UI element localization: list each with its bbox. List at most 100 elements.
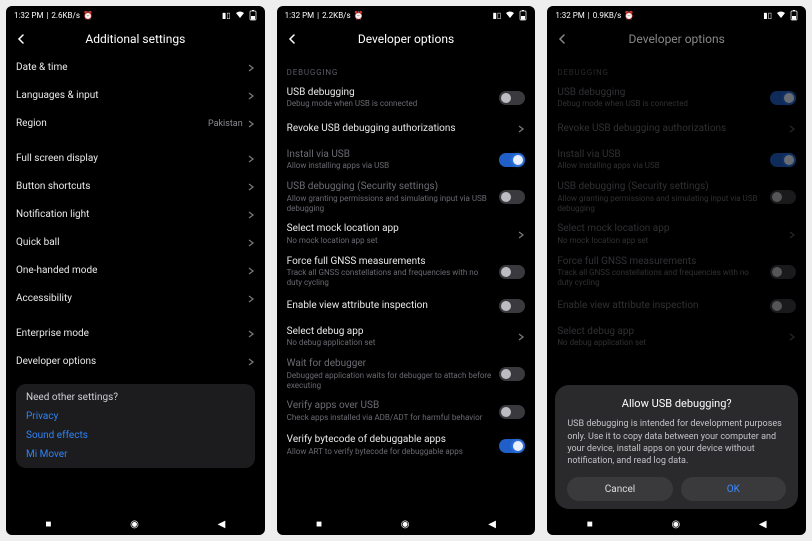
status-time: 1:32 PM — [555, 11, 584, 20]
toggle-usb-security — [770, 190, 796, 204]
sublabel: No debug application set — [557, 338, 782, 348]
signal-icon: ▮▯ — [493, 11, 502, 20]
toggle-verify-usb — [499, 405, 525, 419]
nav-back-icon[interactable]: ◀ — [218, 519, 226, 530]
label: Developer options — [16, 356, 241, 369]
row-view-attr[interactable]: Enable view attribute inspection — [287, 292, 526, 320]
row-developer-options[interactable]: Developer options — [16, 348, 255, 376]
phone-developer-options: 1:32 PM | 2.2KB/s ⏰ ▮▯ Developer options… — [277, 6, 536, 535]
chevron-right-icon — [247, 239, 255, 247]
value: Pakistan — [208, 119, 243, 129]
label: USB debugging — [287, 87, 494, 100]
row-enterprise[interactable]: Enterprise mode — [16, 320, 255, 348]
chevron-right-icon — [247, 92, 255, 100]
label: Enable view attribute inspection — [557, 300, 764, 313]
header: Developer options — [277, 24, 536, 54]
nav-recents-icon[interactable]: ■ — [316, 519, 322, 530]
label: USB debugging (Security settings) — [287, 181, 494, 194]
row-accessibility[interactable]: Accessibility — [16, 285, 255, 313]
phone-usb-dialog: 1:32 PM | 0.9KB/s ⏰ ▮▯ Developer options… — [547, 6, 806, 535]
chevron-right-icon — [788, 333, 796, 341]
label: One-handed mode — [16, 265, 241, 278]
row-one-handed[interactable]: One-handed mode — [16, 257, 255, 285]
label: Select debug app — [557, 326, 782, 339]
chevron-right-icon — [517, 333, 525, 341]
label: Verify apps over USB — [287, 400, 494, 413]
row-gnss: Force full GNSS measurements Track all G… — [557, 252, 796, 293]
toggle-gnss — [770, 265, 796, 279]
nav-back-icon[interactable]: ◀ — [759, 519, 767, 530]
toggle-usb-security[interactable] — [499, 190, 525, 204]
suggestion-privacy[interactable]: Privacy — [26, 407, 245, 426]
signal-icon: ▮▯ — [763, 11, 772, 20]
back-button — [547, 24, 577, 54]
toggle-view-attr[interactable] — [499, 299, 525, 313]
row-region[interactable]: Region Pakistan — [16, 110, 255, 138]
toggle-usb-debugging[interactable] — [499, 91, 525, 105]
alarm-icon: ⏰ — [354, 11, 364, 20]
nav-back-icon[interactable]: ◀ — [488, 519, 496, 530]
chevron-right-icon — [247, 64, 255, 72]
phone-additional-settings: 1:32 PM | 2.6KB/s ⏰ ▮▯ Additional settin… — [6, 6, 265, 535]
cancel-button[interactable]: Cancel — [567, 477, 672, 501]
label: Install via USB — [287, 149, 494, 162]
toggle-install-usb[interactable] — [499, 153, 525, 167]
suggestion-mi-mover[interactable]: Mi Mover — [26, 445, 245, 464]
page-title: Additional settings — [6, 32, 265, 46]
page-title: Developer options — [277, 32, 536, 46]
sublabel: No debug application set — [287, 338, 512, 348]
toggle-verify-bytecode[interactable] — [499, 439, 525, 453]
toggle-install-usb — [770, 153, 796, 167]
row-languages[interactable]: Languages & input — [16, 82, 255, 110]
chevron-left-icon — [287, 34, 297, 44]
toggle-gnss[interactable] — [499, 265, 525, 279]
nav-bar: ■ ◉ ◀ — [547, 513, 806, 535]
chevron-left-icon — [16, 34, 26, 44]
label: Quick ball — [16, 237, 241, 250]
status-bar: 1:32 PM | 2.6KB/s ⏰ ▮▯ — [6, 6, 265, 24]
label: Revoke USB debugging authorizations — [557, 123, 782, 136]
label: USB debugging — [557, 87, 764, 100]
sublabel: Debug mode when USB is connected — [287, 99, 494, 109]
row-install-usb: Install via USB Allow installing apps vi… — [557, 143, 796, 177]
sublabel: Allow ART to verify bytecode for debugga… — [287, 447, 494, 457]
status-net: 2.2KB/s — [322, 11, 351, 20]
row-quick-ball[interactable]: Quick ball — [16, 229, 255, 257]
chevron-right-icon — [247, 267, 255, 275]
row-debug-app[interactable]: Select debug app No debug application se… — [287, 320, 526, 354]
nav-recents-icon[interactable]: ■ — [587, 519, 593, 530]
row-button-shortcuts[interactable]: Button shortcuts — [16, 173, 255, 201]
row-revoke-auth[interactable]: Revoke USB debugging authorizations — [287, 115, 526, 143]
chevron-right-icon — [247, 183, 255, 191]
page-title: Developer options — [547, 32, 806, 46]
row-fullscreen[interactable]: Full screen display — [16, 145, 255, 173]
nav-home-icon[interactable]: ◉ — [401, 519, 410, 530]
label: Force full GNSS measurements — [287, 256, 494, 269]
row-mock-location[interactable]: Select mock location app No mock locatio… — [287, 218, 526, 252]
row-gnss[interactable]: Force full GNSS measurements Track all G… — [287, 252, 526, 293]
suggestion-sound[interactable]: Sound effects — [26, 426, 245, 445]
status-net: 0.9KB/s — [593, 11, 622, 20]
chevron-right-icon — [788, 231, 796, 239]
row-date-time[interactable]: Date & time — [16, 54, 255, 82]
ok-button[interactable]: OK — [681, 477, 786, 501]
status-bar: 1:32 PM | 0.9KB/s ⏰ ▮▯ — [547, 6, 806, 24]
chevron-right-icon — [247, 211, 255, 219]
chevron-right-icon — [247, 295, 255, 303]
dialog-body: USB debugging is intended for developmen… — [567, 418, 786, 467]
row-usb-security[interactable]: USB debugging (Security settings) Allow … — [287, 177, 526, 218]
section-debugging: DEBUGGING — [287, 68, 526, 77]
back-button[interactable] — [277, 24, 307, 54]
row-usb-debugging[interactable]: USB debugging Debug mode when USB is con… — [287, 81, 526, 115]
row-verify-bytecode[interactable]: Verify bytecode of debuggable apps Allow… — [287, 429, 526, 463]
label: USB debugging (Security settings) — [557, 181, 764, 194]
nav-home-icon[interactable]: ◉ — [130, 519, 139, 530]
row-install-usb[interactable]: Install via USB Allow installing apps vi… — [287, 143, 526, 177]
row-notification-light[interactable]: Notification light — [16, 201, 255, 229]
back-button[interactable] — [6, 24, 36, 54]
nav-bar: ■ ◉ ◀ — [6, 513, 265, 535]
nav-home-icon[interactable]: ◉ — [671, 519, 680, 530]
label: Full screen display — [16, 153, 241, 166]
status-time: 1:32 PM — [14, 11, 43, 20]
nav-recents-icon[interactable]: ■ — [45, 519, 51, 530]
